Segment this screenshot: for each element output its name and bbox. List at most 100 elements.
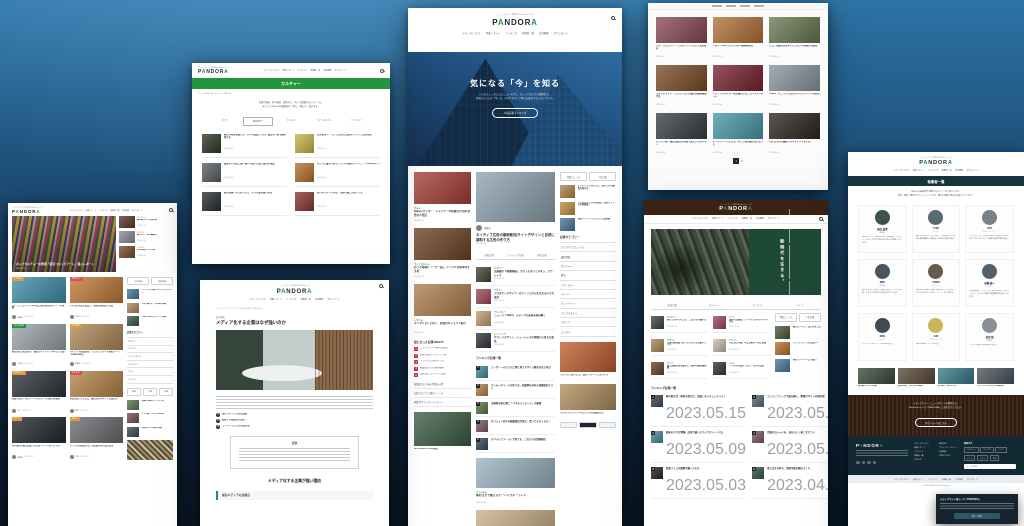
toc-links-placeholder[interactable] (239, 448, 350, 462)
ranking-item[interactable]: 6 海と生きる町の、持続可能な観光づくり 2023.04.30 (752, 465, 828, 499)
tab[interactable]: カルチャー (694, 301, 737, 309)
tab[interactable]: 新着記事 (476, 251, 502, 259)
sidebar-banner[interactable]: マルシェで見つけた、夏のフルーツとスパイス (560, 342, 616, 380)
article-list-item[interactable]: カルチャー 静けさの中で考える、これからの働き方 2023.05.16 (651, 313, 708, 333)
article-list-item[interactable]: カルチャー 企画展示「暗黒映画」。ポストモダンとネオン、クラシック 2023.0… (476, 264, 555, 286)
footer-nav-item[interactable]: ダウンロード (967, 478, 978, 481)
photo-card[interactable]: クラフトビールの小さな醸造所 (977, 368, 1014, 390)
tab[interactable]: ライフスタイル (309, 117, 339, 126)
category-link[interactable]: ライフスタイル› (127, 353, 173, 361)
author-card[interactable]: AOI イラストレーター 連載の挿絵とマンガを担当。 (912, 313, 961, 361)
nav-item[interactable]: メディアについて (69, 209, 83, 212)
nav-item[interactable]: ランキング (286, 298, 296, 301)
category-link[interactable]: ビジネス› (127, 346, 173, 354)
breadcrumb[interactable]: ホーム / ビジネス / メディア化する企業はなぜ強いのか (216, 307, 373, 310)
mini-button[interactable] (599, 422, 616, 428)
nav-item[interactable]: 特集レポート (913, 169, 925, 172)
tab[interactable]: ライフ (779, 301, 822, 309)
sidebar-article[interactable]: 港町リノベーション紀行 (775, 359, 821, 372)
category-link[interactable]: 最新情報› (560, 252, 616, 261)
best5-item[interactable]: 3 ランキング記事の作り方 (414, 360, 471, 364)
sidebar-article[interactable]: インテリアから考える、集中できる書斎の作り方 (560, 185, 616, 198)
tag-chip[interactable]: ビジネス (980, 447, 993, 454)
article-card[interactable]: グリーンスタイル × 和の暮らしのニュースタンダード 2023.05.09 (713, 65, 764, 106)
nav-item[interactable]: 特集レポート (270, 298, 282, 301)
cta-button[interactable]: ダウンロードはこちら (915, 418, 957, 427)
nav-item[interactable]: ランキング (505, 31, 517, 35)
promo-card[interactable]: BOTANICAL LIFE特集 (414, 412, 471, 454)
sidebar-article[interactable]: 絶景ワーケーションという選択肢 (560, 218, 616, 231)
article-card[interactable]: カルチャー レトロな写真と出会う、昭和の商店街さんぽ YUKI2023.05.1… (70, 277, 124, 320)
ranking-item[interactable]: 3 週末の小さな冒険。近場で楽しむマイクロツーリズム 2023.05.09 (651, 429, 746, 463)
nav-item[interactable]: 会社概要 (323, 69, 331, 72)
footer-nav-item[interactable]: 特集レポート (913, 478, 924, 481)
article-row[interactable]: 週末だけの町工場。職人の残した机と道具の物語 2023.05.10 (202, 163, 287, 187)
tag-chip[interactable]: ライフ (995, 447, 1006, 454)
article-list-item[interactable]: クラフト 手仕事の甲斐。木工作家の一日に密着 2023.05.10 (713, 336, 770, 356)
search-icon[interactable] (819, 217, 823, 221)
popup-button[interactable]: 詳しく見る (954, 513, 1000, 519)
footer-link[interactable]: お知らせ (914, 458, 933, 462)
article-row[interactable]: 夜の高速バスで見つけた、小さな旅の楽しみ方 2023.05.02 (202, 192, 287, 216)
nav-item[interactable]: 会社概要 (122, 209, 129, 212)
article-card[interactable]: トラベル インフィニティプールの先にある非日常のリゾート体験 編集部2023.0… (12, 277, 66, 320)
sidebar-article[interactable]: 工房と暮らす、木の器の物語 (127, 303, 173, 313)
footer-nav-item[interactable]: メディアについて (894, 478, 909, 481)
ranking-item[interactable]: 1 ユーザー一人ひとりに寄り添うデザイン経営のはじめ方 (476, 363, 555, 381)
instagram-icon[interactable] (867, 461, 871, 465)
article-category[interactable]: ビジネス (216, 315, 373, 319)
article-row[interactable]: 空き家をリノベして生まれた黄色いアトリエを訪ねる 2023.05.14 (295, 134, 380, 158)
nav-item[interactable]: 執筆者一覧 (942, 169, 952, 172)
nav-item[interactable]: ランキング (99, 209, 108, 212)
ranking-item[interactable]: 2 エンジニアリングで読み解く、建築デザインの現在地 2023.05.12 (752, 393, 828, 427)
article-list-item[interactable]: ライフ 屋上庭園のある暮らし、都市の緑化最前線 2023.05.08 (651, 359, 708, 379)
nav-item[interactable]: 特集レポート (486, 31, 500, 35)
sidebar-article[interactable]: クラフトコーラの仕掛け人 (775, 342, 821, 355)
text-link[interactable]: 編集部だより|春の特集を公開 (414, 380, 471, 389)
search-icon[interactable] (169, 208, 173, 212)
tab[interactable]: 人気記事 (799, 313, 821, 322)
nav-item[interactable]: メディアについて (249, 298, 265, 301)
author-card[interactable]: 長田 真希 編集長 Webメディア「PANDORA」の編集長。カルチャーとビジネ… (858, 205, 907, 253)
footer-nav-item[interactable]: ランキング (928, 478, 937, 481)
category-link[interactable]: カルチャー› (560, 262, 616, 271)
article-card[interactable]: グルメ Bakeryクッキー・レモンケーキ特集!売り切れ必至の人気店 2023.… (414, 172, 471, 222)
nav-item[interactable]: ランキング (928, 169, 938, 172)
tab[interactable]: 特集記事 (529, 251, 555, 259)
article-card[interactable]: アート 地下鉄の片隅で出会ったモダンアートのささやき 編集部2023.04.28 (12, 417, 66, 460)
tab[interactable]: 新着記事 (151, 277, 173, 285)
logo[interactable]: PANDORA (198, 69, 230, 75)
search-icon[interactable] (380, 69, 384, 73)
category-link[interactable]: エンタメ› (560, 327, 616, 336)
best5-item[interactable]: 2 取材申請のテンプレート集 (414, 354, 471, 358)
tab[interactable]: 週間 (127, 388, 141, 396)
tab[interactable]: すべて (210, 117, 240, 126)
page-1-current[interactable]: 1 (733, 158, 739, 164)
facebook-icon[interactable] (862, 461, 866, 465)
nav-item[interactable]: ダウンロード (554, 31, 568, 35)
tab[interactable]: ランキング記事 (502, 251, 528, 259)
footer-link[interactable]: お問い合わせ (939, 454, 958, 458)
author-card[interactable]: YUKI ライター 雑誌と広告のライターを経て、現在はテック領域の長期連載を多数… (912, 205, 961, 253)
logo[interactable]: PANDORA (200, 289, 389, 295)
nav-item[interactable]: 特集レポート (86, 209, 97, 212)
tag-chip[interactable]: グルメ (977, 455, 988, 462)
article-card[interactable]: ライフスタイル おうち時間に「一汁一菜」。シンプルな食卓のすすめ 2023.05… (414, 228, 471, 278)
tag-chip[interactable]: テック (964, 455, 975, 462)
logo[interactable]: PANDORA (12, 209, 42, 214)
ranking-item[interactable]: 4 定番の白シャツを、自分らしく着こなすコツ 2023.05.06 (752, 429, 828, 463)
author-card[interactable]: MIKI 編集部 暮らしまわりの企画・編集を担当。エシカル消費、そのまちの食文化… (858, 259, 907, 307)
footer-nav-item[interactable]: 会社概要 (955, 478, 963, 481)
twitter-icon[interactable] (856, 461, 860, 465)
category-link[interactable]: 経済› (560, 271, 616, 280)
text-link[interactable]: 募集|学生ライターインターン (414, 398, 471, 407)
logo[interactable]: PANDORA (644, 206, 828, 212)
nav-item[interactable]: 特集レポート (712, 217, 724, 220)
tab[interactable]: 年間 (159, 388, 173, 396)
nav-item[interactable]: メディアについて (264, 69, 280, 72)
article-card[interactable]: カルチャー 暗闇で光る、本とノートとチョークの粉の美術室 RIO2023.05.… (12, 371, 66, 414)
category-link[interactable]: カルチャー› (127, 338, 173, 346)
nav-item[interactable]: 執筆者一覧 (742, 217, 752, 220)
article-card[interactable]: ロゴ・看板の先をゆくビジュアル表現の可能性 2023.05.13 (769, 17, 820, 58)
article-card[interactable]: キャリア 砂丘を歩いて考えた、働き方とキャリアの選び方 MIKI2023.05.… (70, 371, 124, 414)
